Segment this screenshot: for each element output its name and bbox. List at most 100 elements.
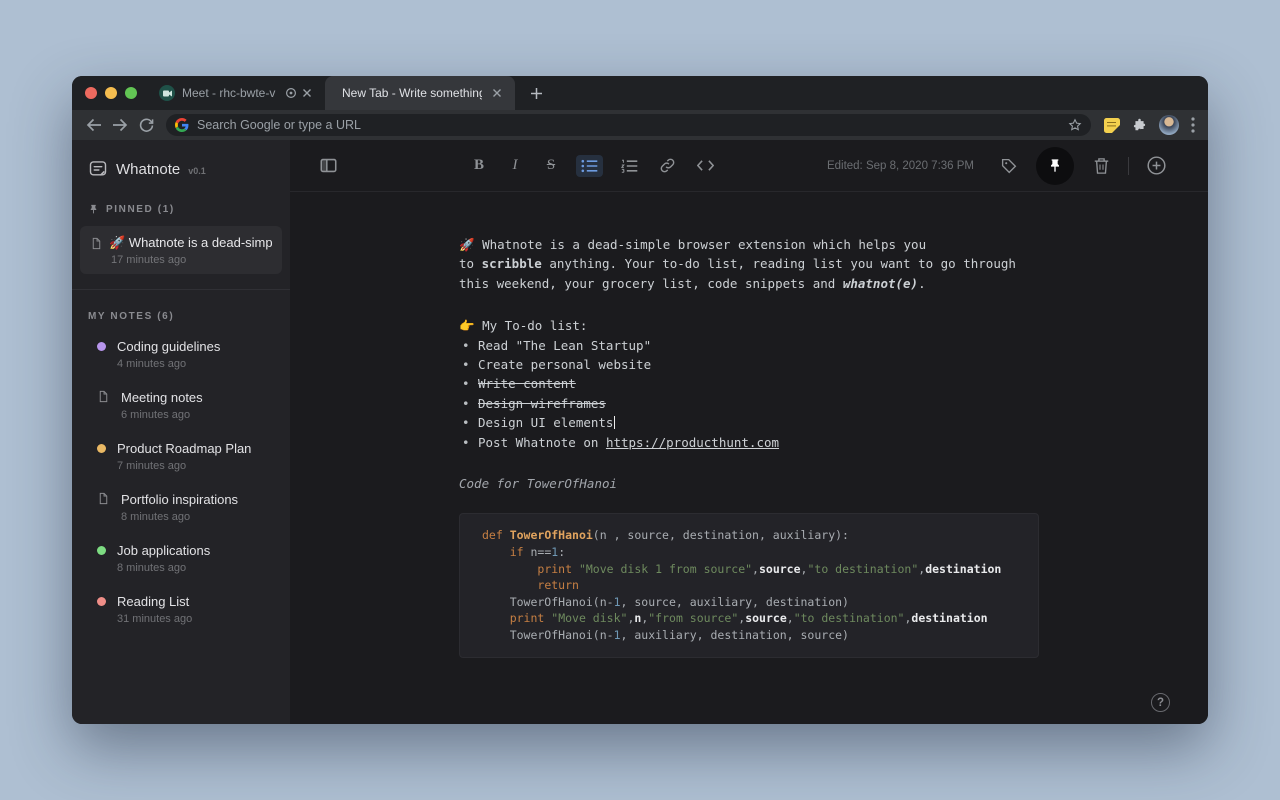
app-header: Whatnote v0.1 (72, 140, 290, 179)
tab-close-icon[interactable] (299, 85, 315, 101)
browser-actions (1098, 115, 1199, 135)
strikethrough-button[interactable]: S (540, 157, 562, 174)
link-button[interactable] (655, 154, 679, 178)
pin-note-button[interactable] (1036, 147, 1074, 185)
note-color-dot (97, 546, 106, 555)
note-time: 31 minutes ago (117, 613, 192, 625)
google-logo-icon (175, 118, 189, 132)
code-token: "Move disk 1 from source" (579, 562, 752, 576)
new-tab-button[interactable] (523, 80, 549, 106)
file-icon (97, 390, 110, 403)
bullet-list-button[interactable] (576, 155, 603, 177)
producthunt-link[interactable]: https://producthunt.com (606, 435, 779, 450)
text-cursor (614, 416, 615, 429)
help-button[interactable]: ? (1151, 693, 1170, 712)
note-color-dot (97, 597, 106, 606)
code-token: 1 (614, 595, 621, 609)
note-item-meeting-notes[interactable]: Meeting notes 6 minutes ago (72, 380, 290, 431)
tag-icon[interactable] (997, 154, 1021, 178)
format-buttons: B I S (468, 154, 717, 178)
my-notes-section-header: MY NOTES (6) (72, 311, 290, 322)
trash-icon[interactable] (1089, 154, 1113, 178)
code-line: return (482, 577, 1016, 594)
sidebar: Whatnote v0.1 PINNED (1) 🚀 Whatnote is a… (72, 140, 290, 724)
code-line: TowerOfHanoi(n-1, source, auxiliary, des… (482, 594, 1016, 611)
code-token: print (537, 562, 572, 576)
todo-item: Post Whatnote on https://producthunt.com (459, 433, 1039, 452)
toolbar-divider (1128, 157, 1129, 175)
chrome-menu-icon[interactable] (1191, 117, 1195, 133)
code-token: TowerOfHanoi(n- (482, 595, 614, 609)
address-bar[interactable]: Search Google or type a URL (166, 114, 1091, 136)
code-token: TowerOfHanoi (510, 528, 593, 542)
minimize-window-button[interactable] (105, 87, 117, 99)
bookmark-star-icon[interactable] (1068, 118, 1082, 132)
whatnote-app: Whatnote v0.1 PINNED (1) 🚀 Whatnote is a… (72, 140, 1208, 724)
code-token: "to destination" (794, 611, 905, 625)
code-token: source (745, 611, 787, 625)
note-title: Reading List (117, 594, 192, 609)
code-block: def TowerOfHanoi(n , source, destination… (459, 513, 1039, 657)
note-item-job-applications[interactable]: Job applications 8 minutes ago (72, 533, 290, 584)
tab-meet[interactable]: Meet - rhc-bwte-vpy (149, 76, 325, 110)
tab-new-tab[interactable]: New Tab - Write something... (325, 76, 515, 110)
note-title: Product Roadmap Plan (117, 441, 251, 456)
forward-button[interactable] (107, 112, 133, 138)
note-item-coding-guidelines[interactable]: Coding guidelines 4 minutes ago (72, 329, 290, 380)
bold-button[interactable]: B (468, 157, 490, 174)
note-title: Portfolio inspirations (121, 492, 238, 507)
code-token (482, 545, 510, 559)
bold-italic-text: whatnot(e) (843, 276, 918, 291)
notes-list: Coding guidelines 4 minutes ago Meeting … (72, 329, 290, 635)
code-line: print "Move disk 1 from source",source,"… (482, 561, 1016, 578)
my-notes-section-label: MY NOTES (6) (88, 311, 174, 322)
editor-toolbar: B I S (290, 140, 1208, 192)
completed-todo: Design wireframes (478, 396, 606, 411)
note-item-portfolio-inspirations[interactable]: Portfolio inspirations 8 minutes ago (72, 482, 290, 533)
back-button[interactable] (81, 112, 107, 138)
note-line: 🚀 Whatnote is a dead-simple browser exte… (459, 235, 1039, 254)
pinned-note-time: 17 minutes ago (111, 254, 272, 266)
add-note-button[interactable] (1144, 154, 1168, 178)
code-token: "to destination" (807, 562, 918, 576)
address-input[interactable]: Search Google or type a URL (197, 118, 1060, 132)
note-time: 4 minutes ago (117, 358, 220, 370)
whatnote-extension-icon[interactable] (1104, 118, 1120, 133)
todo-item: Read "The Lean Startup" (459, 336, 1039, 355)
pinned-section-header: PINNED (1) (72, 204, 290, 215)
code-token (572, 562, 579, 576)
extensions-puzzle-icon[interactable] (1132, 118, 1147, 133)
note-time: 6 minutes ago (121, 409, 203, 421)
code-line: TowerOfHanoi(n-1, auxiliary, destination… (482, 627, 1016, 644)
zoom-window-button[interactable] (125, 87, 137, 99)
code-token: source (759, 562, 801, 576)
tab-title: New Tab - Write something... (342, 86, 482, 100)
note-time: 8 minutes ago (117, 562, 210, 574)
tab-title: Meet - rhc-bwte-vpy (182, 86, 276, 100)
meet-favicon (159, 85, 175, 101)
todo-item: Create personal website (459, 355, 1039, 374)
code-token: print (510, 611, 545, 625)
note-line: to scribble anything. Your to-do list, r… (459, 254, 1039, 273)
code-token: def (482, 528, 510, 542)
edited-timestamp: Edited: Sep 8, 2020 7:36 PM (827, 160, 974, 172)
refresh-button[interactable] (133, 112, 159, 138)
todo-item: Write content (459, 374, 1039, 393)
ordered-list-button[interactable] (617, 154, 641, 178)
profile-avatar[interactable] (1159, 115, 1179, 135)
tab-media-indicator-icon[interactable] (283, 85, 299, 101)
code-token (482, 578, 537, 592)
browser-window: Meet - rhc-bwte-vpy New Tab - Write some… (72, 76, 1208, 724)
code-line: if n==1: (482, 544, 1016, 561)
note-editor[interactable]: 🚀 Whatnote is a dead-simple browser exte… (290, 192, 1208, 724)
todo-heading: 👉 My To-do list: (459, 316, 1039, 335)
pinned-note-item[interactable]: 🚀 Whatnote is a dead-simpl... 17 minutes… (80, 226, 282, 274)
close-window-button[interactable] (85, 87, 97, 99)
note-item-product-roadmap[interactable]: Product Roadmap Plan 7 minutes ago (72, 431, 290, 482)
tab-close-icon[interactable] (489, 85, 505, 101)
note-item-reading-list[interactable]: Reading List 31 minutes ago (72, 584, 290, 635)
sidebar-toggle-icon[interactable] (316, 154, 340, 178)
sidebar-divider (72, 289, 290, 290)
italic-button[interactable]: I (504, 157, 526, 174)
code-button[interactable] (693, 154, 717, 178)
